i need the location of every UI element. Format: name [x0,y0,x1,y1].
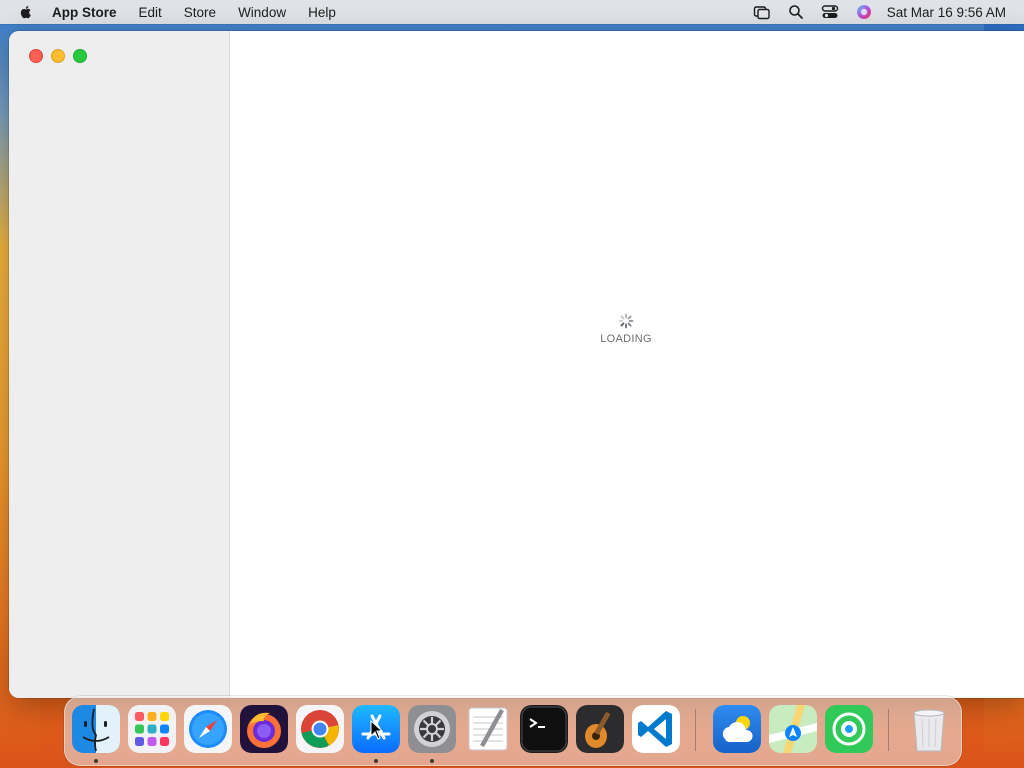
menu-store[interactable]: Store [184,5,216,20]
trash-icon[interactable] [905,705,953,753]
firefox-icon[interactable] [240,705,288,753]
safari-icon[interactable] [184,705,232,753]
textedit-icon[interactable] [464,705,512,753]
minimize-button[interactable] [51,49,65,63]
menu-bar: App Store Edit Store Window Help Sat Mar… [0,0,1024,24]
launchpad-icon[interactable] [128,705,176,753]
apple-menu-icon[interactable] [18,4,34,20]
dock-separator [695,709,696,751]
vscode-icon[interactable] [632,705,680,753]
garageband-icon[interactable] [576,705,624,753]
find-my-icon[interactable] [825,705,873,753]
dock [64,696,962,766]
spinner-icon [618,313,634,329]
main-content [230,31,1024,698]
system-settings-icon[interactable] [408,705,456,753]
window-controls [29,49,87,63]
dock-separator [888,709,889,751]
finder-icon[interactable] [72,705,120,753]
menu-edit[interactable]: Edit [139,5,162,20]
maps-icon[interactable] [769,705,817,753]
sidebar [9,31,230,698]
running-indicator [430,759,434,763]
loading-label: LOADING [600,333,652,345]
control-center-icon[interactable] [821,4,839,20]
spotlight-search-icon[interactable] [787,4,805,20]
close-button[interactable] [29,49,43,63]
siri-icon[interactable] [855,4,873,20]
running-indicator [374,759,378,763]
running-indicator [94,759,98,763]
zoom-button[interactable] [73,49,87,63]
loading-indicator: LOADING [596,313,656,345]
app-store-window [9,31,1024,698]
screen-mirroring-icon[interactable] [753,4,771,20]
menu-window[interactable]: Window [238,5,286,20]
chrome-icon[interactable] [296,705,344,753]
menu-clock[interactable]: Sat Mar 16 9:56 AM [887,5,1006,20]
menu-app-name[interactable]: App Store [52,5,117,20]
menu-help[interactable]: Help [308,5,336,20]
weather-icon[interactable] [713,705,761,753]
terminal-icon[interactable] [520,705,568,753]
mouse-cursor-icon [370,720,384,740]
